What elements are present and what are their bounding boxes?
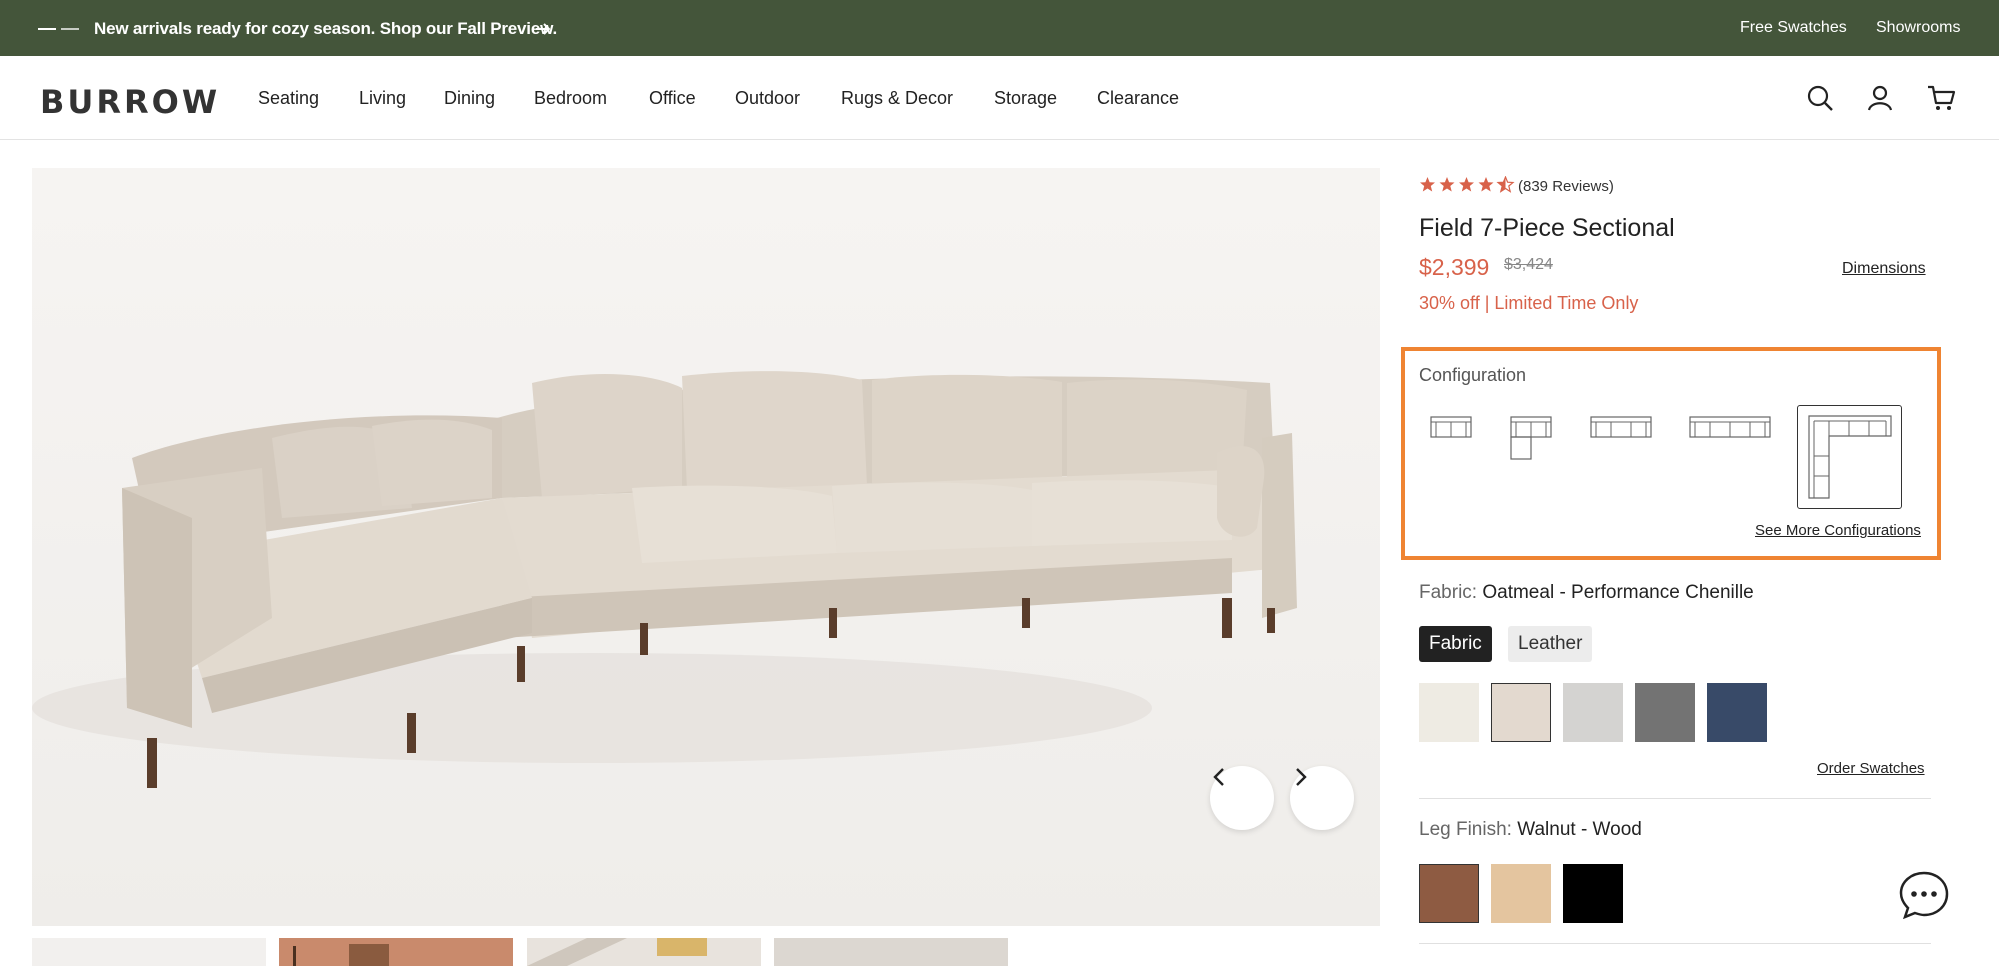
original-price: $3,424: [1504, 256, 1553, 273]
cart-icon[interactable]: [1926, 84, 1956, 112]
chevron-left-icon: [1213, 768, 1224, 786]
fabric-swatch-ivory[interactable]: [1419, 683, 1479, 742]
announcement-message[interactable]: New arrivals ready for cozy season. Shop…: [94, 19, 557, 39]
burrow-logo[interactable]: BURROW: [40, 83, 220, 121]
sectional-sofa-image: [32, 168, 1380, 926]
thumbnail-image: [527, 938, 707, 966]
order-swatches-link[interactable]: Order Swatches: [1817, 760, 1925, 777]
thumbnail[interactable]: [527, 938, 761, 966]
tab-leather[interactable]: Leather: [1508, 626, 1593, 662]
nav-rugs-decor[interactable]: Rugs & Decor: [841, 88, 953, 109]
nav-office[interactable]: Office: [649, 88, 696, 109]
divider: [1419, 798, 1931, 799]
chevron-right-icon: [1296, 768, 1307, 786]
config-extended-sofa-icon[interactable]: [1689, 416, 1771, 438]
nav-dining[interactable]: Dining: [444, 88, 495, 109]
thumbnail[interactable]: [774, 938, 1008, 966]
leg-finish-value: Walnut - Wood: [1517, 819, 1642, 840]
sale-price: $2,399: [1419, 254, 1490, 280]
site-header: BURROW Seating Living Dining Bedroom Off…: [0, 56, 1999, 140]
nav-clearance[interactable]: Clearance: [1097, 88, 1179, 109]
leg-finish-label-key: Leg Finish:: [1419, 819, 1512, 840]
nav-storage[interactable]: Storage: [994, 88, 1057, 109]
thumbnail[interactable]: [32, 938, 266, 966]
showrooms-link[interactable]: Showrooms: [1876, 19, 1960, 37]
fabric-swatch-light-gray[interactable]: [1563, 683, 1623, 742]
star-rating-icon: [1420, 176, 1515, 193]
fabric-swatch-charcoal[interactable]: [1635, 683, 1695, 742]
reviews-link[interactable]: (839 Reviews): [1518, 178, 1614, 195]
nav-outdoor[interactable]: Outdoor: [735, 88, 800, 109]
nav-seating[interactable]: Seating: [258, 88, 319, 109]
configuration-label: Configuration: [1419, 365, 1527, 385]
config-loveseat-icon[interactable]: [1430, 416, 1472, 438]
announcement-bar: New arrivals ready for cozy season. Shop…: [0, 0, 1999, 56]
chat-icon[interactable]: [1898, 869, 1950, 921]
tab-fabric[interactable]: Fabric: [1419, 626, 1492, 662]
next-image-button[interactable]: [1290, 766, 1354, 830]
product-image[interactable]: [32, 168, 1380, 926]
config-corner-sectional-icon: [1808, 415, 1892, 499]
account-icon[interactable]: [1866, 84, 1894, 112]
product-title: Field 7-Piece Sectional: [1419, 214, 1675, 242]
nav-bedroom[interactable]: Bedroom: [534, 88, 607, 109]
fabric-label-key: Fabric:: [1419, 582, 1478, 603]
divider: [1419, 943, 1931, 944]
dimensions-link[interactable]: Dimensions: [1842, 260, 1926, 278]
arrow-right-icon[interactable]: [534, 20, 552, 38]
promo-text: 30% off | Limited Time Only: [1419, 293, 1639, 313]
nav-living[interactable]: Living: [359, 88, 406, 109]
dash-icon: [61, 28, 79, 30]
thumbnail-image: [293, 944, 389, 966]
leg-swatch-walnut[interactable]: [1419, 864, 1479, 923]
fabric-swatch-navy[interactable]: [1707, 683, 1767, 742]
leg-swatch-black[interactable]: [1563, 864, 1623, 923]
previous-image-button[interactable]: [1210, 766, 1274, 830]
search-icon[interactable]: [1806, 84, 1834, 112]
fabric-value: Oatmeal - Performance Chenille: [1482, 582, 1754, 603]
config-chaise-sectional-icon[interactable]: [1510, 416, 1552, 460]
config-corner-sectional-option[interactable]: [1797, 405, 1902, 509]
fabric-label: Fabric: Oatmeal - Performance Chenille: [1419, 582, 1754, 604]
leg-swatch-natural[interactable]: [1491, 864, 1551, 923]
thumbnail[interactable]: [279, 938, 513, 966]
free-swatches-link[interactable]: Free Swatches: [1740, 19, 1847, 37]
see-more-configurations-link[interactable]: See More Configurations: [1755, 522, 1921, 539]
leg-finish-label: Leg Finish: Walnut - Wood: [1419, 819, 1642, 841]
fabric-swatch-oatmeal[interactable]: [1491, 683, 1551, 742]
rating-stars[interactable]: [1419, 176, 1516, 193]
config-sofa-icon[interactable]: [1590, 416, 1652, 438]
dash-icon: [38, 28, 56, 30]
